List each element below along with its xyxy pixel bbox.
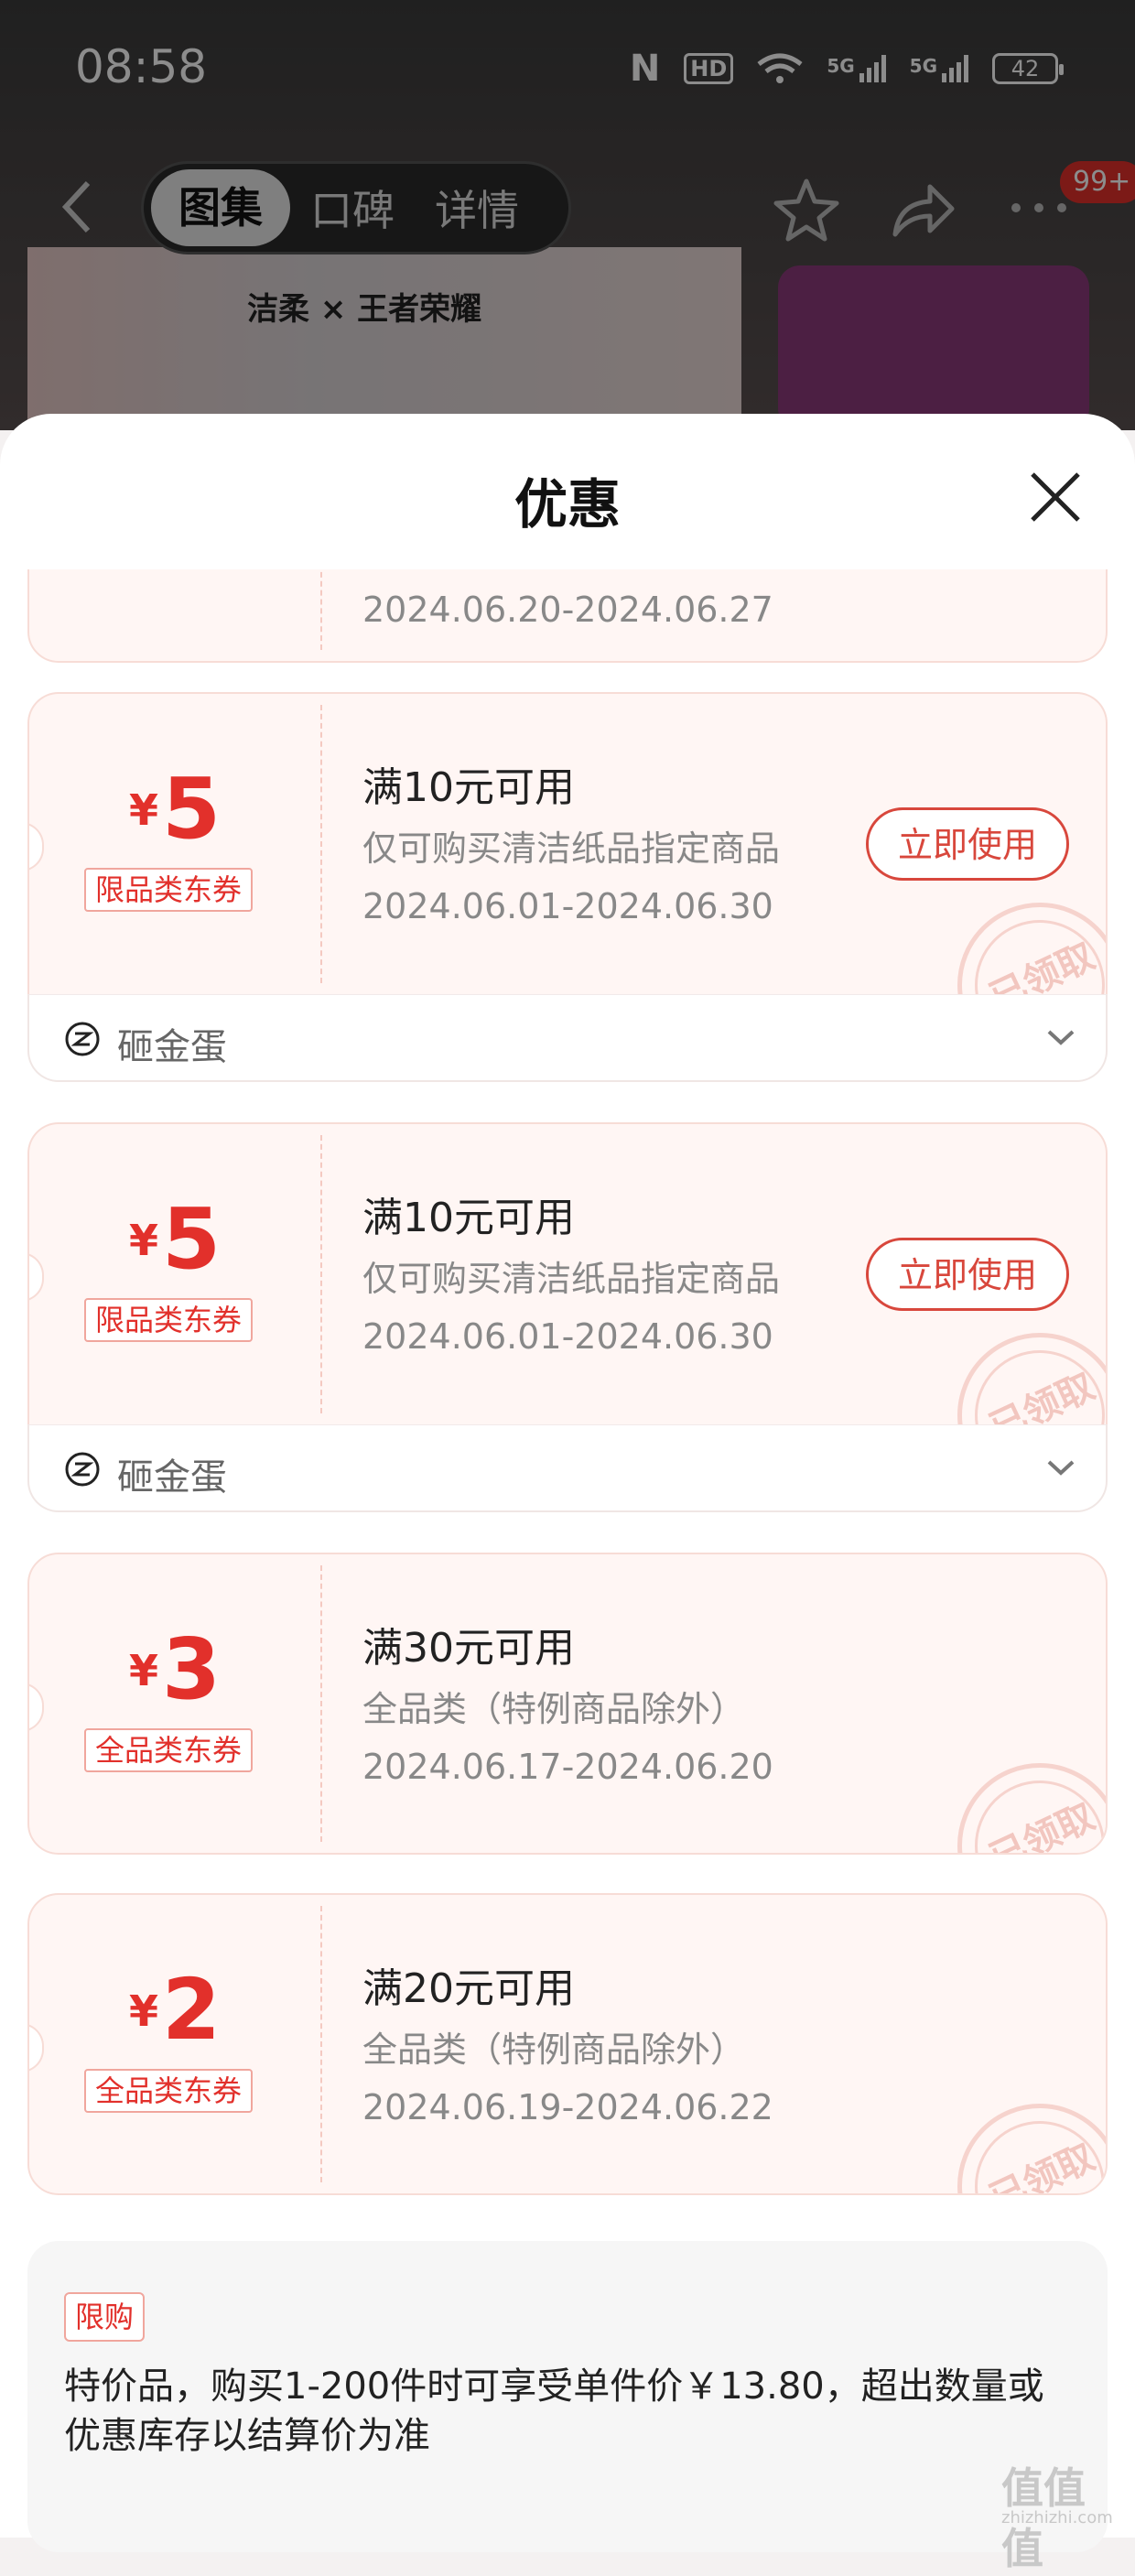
- coupon-divider: [320, 569, 322, 650]
- coupon-divider: [320, 1135, 322, 1413]
- coupon-item: ¥5 限品类东券 满10元可用 仅可购买清洁纸品指定商品 2024.06.01-…: [27, 1122, 1108, 1512]
- coupon-condition: 满30元可用: [362, 1625, 575, 1672]
- coupon-amount: ¥2: [29, 1968, 320, 2052]
- coupon-card: ¥5 限品类东券 满10元可用 仅可购买清洁纸品指定商品 2024.06.01-…: [27, 1122, 1108, 1424]
- use-now-button[interactable]: 立即使用: [866, 1238, 1069, 1311]
- use-now-button[interactable]: 立即使用: [866, 807, 1069, 881]
- coupon-scope: 仅可购买清洁纸品指定商品: [362, 1259, 781, 1299]
- coupon-divider: [320, 1565, 322, 1842]
- coupon-amount: ¥5: [29, 767, 320, 851]
- coupon-condition: 满10元可用: [362, 764, 575, 811]
- purchase-limit-info: 限购 特价品，购买1-200件时可享受单件价￥13.80，超出数量或优惠库存以结…: [27, 2241, 1108, 2552]
- close-icon[interactable]: [1023, 465, 1087, 529]
- modal-overlay[interactable]: [0, 0, 1135, 430]
- egg-icon: [65, 1452, 100, 1487]
- coupon-amount: ¥5: [29, 1197, 320, 1282]
- coupon-dates: 2024.06.19-2024.06.22: [362, 2087, 773, 2127]
- coupon-card: ¥5 限品类东券 满10元可用 仅可购买清洁纸品指定商品 2024.06.01-…: [27, 692, 1108, 994]
- coupon-condition: 满10元可用: [362, 1195, 575, 1241]
- chevron-down-icon[interactable]: [1045, 1026, 1076, 1048]
- chevron-down-icon[interactable]: [1045, 1456, 1076, 1478]
- coupon-dates: 2024.06.01-2024.06.30: [362, 886, 773, 926]
- coupon-source-row[interactable]: 砸金蛋: [27, 994, 1108, 1082]
- limit-tag: 限购: [64, 2292, 146, 2342]
- sheet-title: 优惠: [513, 473, 621, 536]
- coupon-type-tag: 全品类东券: [84, 2069, 254, 2113]
- coupon-dates: 2024.06.17-2024.06.20: [362, 1747, 773, 1787]
- egg-icon: [65, 1022, 100, 1056]
- coupon-source-label: 砸金蛋: [117, 1026, 227, 1068]
- currency-symbol: ¥: [128, 785, 158, 835]
- coupon-source-row[interactable]: 砸金蛋: [27, 1424, 1108, 1512]
- coupon-condition: 满20元可用: [362, 1965, 575, 2012]
- coupon-item: ¥2 全品类东券 满20元可用 全品类（特例商品除外） 2024.06.19-2…: [27, 1893, 1108, 2195]
- limit-description: 特价品，购买1-200件时可享受单件价￥13.80，超出数量或优惠库存以结算价为…: [64, 2365, 1044, 2457]
- claimed-stamp: 已领取: [957, 1333, 1106, 1424]
- coupon-type-tag: 全品类东券: [84, 1728, 254, 1772]
- currency-symbol: ¥: [128, 1216, 158, 1265]
- currency-symbol: ¥: [128, 1646, 158, 1695]
- coupon-source-label: 砸金蛋: [117, 1456, 227, 1499]
- coupon-scope: 仅可购买清洁纸品指定商品: [362, 828, 781, 869]
- coupon-value: 5: [162, 1190, 222, 1288]
- coupon-type-tag: 限品类东券: [84, 868, 254, 912]
- coupon-scope: 全品类（特例商品除外）: [362, 2029, 746, 2070]
- coupon-item: ¥5 限品类东券 满10元可用 仅可购买清洁纸品指定商品 2024.06.01-…: [27, 692, 1108, 1082]
- coupon-value: 5: [162, 760, 222, 858]
- coupon-dates: 2024.06.20-2024.06.27: [362, 590, 773, 630]
- currency-symbol: ¥: [128, 1986, 158, 2036]
- site-watermark: 值值值 zhizhizhi.com: [1001, 2455, 1126, 2573]
- coupon-type-tag: 限品类东券: [84, 1298, 254, 1342]
- discount-sheet: 优惠 2024.06.20-2024.06.27 ¥5 限品类东券 满10元可用…: [0, 414, 1135, 2538]
- coupon-card: 2024.06.20-2024.06.27: [27, 569, 1108, 663]
- coupon-divider: [320, 1906, 322, 2182]
- background-page: 洁柔 × 王者荣耀 08:58 N HD 5G 5G 42 图集 口碑 详情 9…: [0, 0, 1135, 430]
- coupon-dates: 2024.06.01-2024.06.30: [362, 1316, 773, 1357]
- claimed-stamp: 已领取: [957, 2104, 1106, 2193]
- coupon-card: ¥3 全品类东券 满30元可用 全品类（特例商品除外） 2024.06.17-2…: [27, 1553, 1108, 1855]
- coupon-amount: ¥3: [29, 1628, 320, 1712]
- coupon-scope: 全品类（特例商品除外）: [362, 1689, 746, 1729]
- coupon-value: 3: [162, 1620, 222, 1718]
- coupon-divider: [320, 705, 322, 983]
- claimed-stamp: 已领取: [957, 903, 1106, 994]
- coupon-card: ¥2 全品类东券 满20元可用 全品类（特例商品除外） 2024.06.19-2…: [27, 1893, 1108, 2195]
- watermark-url: zhizhizhi.com: [1001, 2508, 1113, 2527]
- coupon-partial: 2024.06.20-2024.06.27: [27, 569, 1108, 663]
- claimed-stamp: 已领取: [957, 1763, 1106, 1853]
- coupon-value: 2: [162, 1961, 222, 2059]
- coupon-item: ¥3 全品类东券 满30元可用 全品类（特例商品除外） 2024.06.17-2…: [27, 1553, 1108, 1855]
